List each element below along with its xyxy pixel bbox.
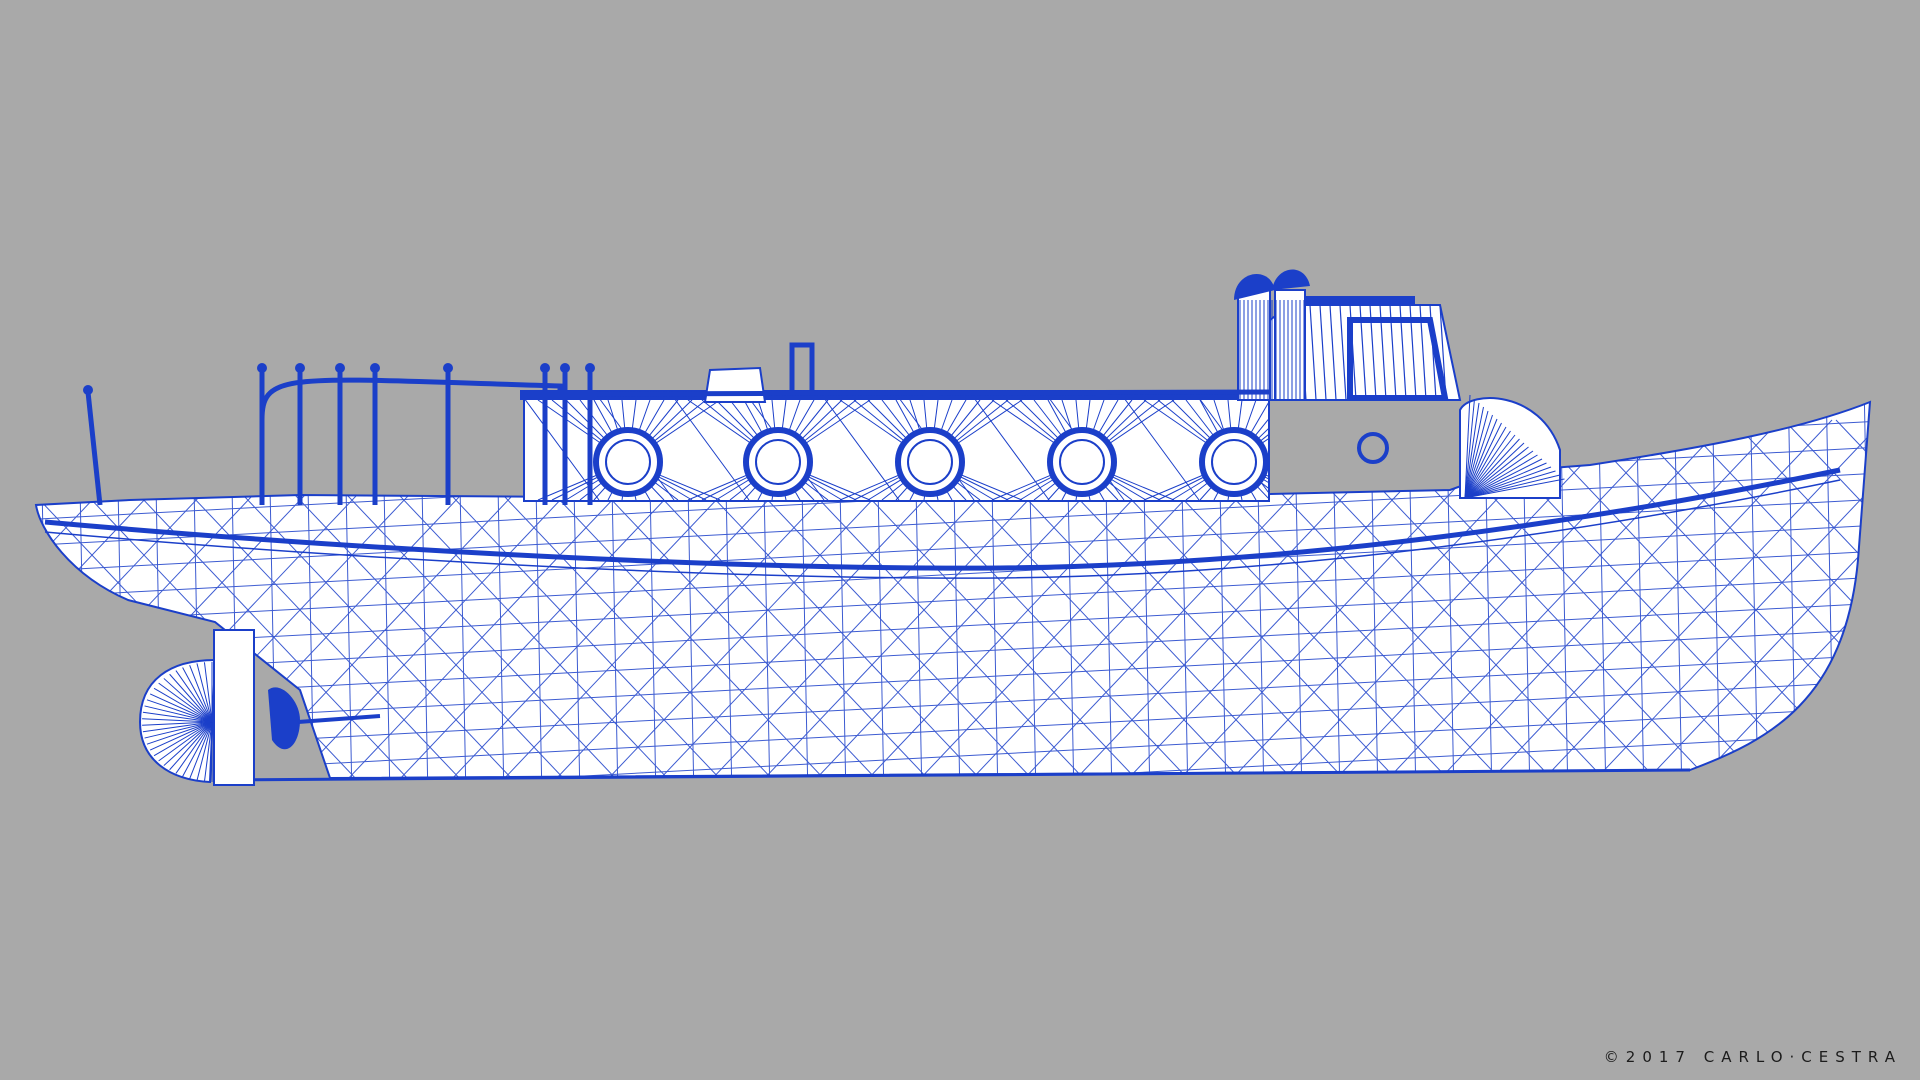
flag-staff bbox=[85, 391, 103, 506]
railing-knob bbox=[560, 363, 570, 373]
hull-mesh-line bbox=[77, 402, 87, 778]
hull-mesh-line bbox=[36, 419, 65, 778]
top-rail bbox=[259, 377, 563, 421]
hull-mesh-line bbox=[1888, 420, 1920, 800]
porthole-glass bbox=[1211, 439, 1257, 485]
porthole-glass bbox=[1059, 439, 1105, 485]
rudder-post bbox=[213, 629, 255, 786]
railing-knob bbox=[443, 363, 453, 373]
railing-knob bbox=[335, 363, 345, 373]
railing-knob bbox=[540, 363, 550, 373]
copyright-credit: ©2017 CARLO·CESTRA bbox=[1603, 1048, 1902, 1066]
small-vent bbox=[703, 366, 767, 403]
hull-mesh-line bbox=[1888, 420, 1920, 800]
railing-knob bbox=[585, 363, 595, 373]
render-canvas: ©2017 CARLO·CESTRA bbox=[0, 0, 1920, 1080]
hull-mesh-line bbox=[39, 402, 49, 778]
porthole-glass bbox=[907, 439, 953, 485]
hull-mesh-line bbox=[0, 420, 12, 800]
hull-mesh-line bbox=[1863, 402, 1870, 778]
ventilator-right-cowl bbox=[1272, 269, 1310, 290]
deck-rail bbox=[589, 389, 1271, 397]
railing-knob bbox=[257, 363, 267, 373]
ventilator-left bbox=[1237, 289, 1271, 401]
cabin bbox=[520, 390, 1272, 502]
hull-mesh-line bbox=[36, 419, 65, 778]
ventilators bbox=[703, 269, 1310, 403]
boat-wireframe-drawing bbox=[0, 269, 1920, 800]
ships-wheel bbox=[1357, 432, 1389, 464]
railing-knob bbox=[295, 363, 305, 373]
hull-mesh-line bbox=[0, 420, 12, 800]
porthole-glass bbox=[755, 439, 801, 485]
railing-knob bbox=[370, 363, 380, 373]
flag-staff-knob bbox=[83, 385, 93, 395]
wheelhouse bbox=[1269, 296, 1565, 499]
rudder-blade bbox=[268, 687, 300, 750]
porthole-glass bbox=[605, 439, 651, 485]
